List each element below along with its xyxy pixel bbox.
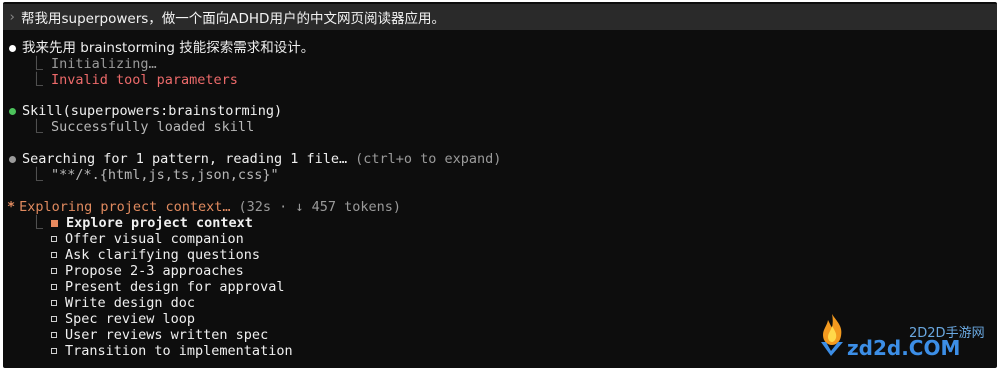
task-item: Ask clarifying questions [3,247,260,263]
watermark: 2D2D手游网 zd2d.COM [817,312,987,362]
tree-branch-icon: ⎿ [29,167,44,183]
task-pending-icon [51,316,57,322]
skill-text: Skill(superpowers:brainstorming) [22,103,283,119]
tree-branch-icon: ⎿ [29,119,44,135]
prompt-caret-icon: › [8,9,17,25]
task-pending-icon [51,332,57,338]
task-pending-icon [51,284,57,290]
task-pending-icon [51,348,57,354]
white-bullet-icon [9,44,16,52]
task-item: Present design for approval [3,279,284,295]
task-label: Transition to implementation [65,343,293,359]
task-label: Ask clarifying questions [65,247,261,263]
tree-branch-icon: ⎿ [29,215,44,231]
task-label: Present design for approval [65,279,285,295]
task-pending-icon [51,268,57,274]
brainstorm-intro-text: 我来先用 brainstorming 技能探索需求和设计。 [22,40,315,56]
grey-bullet-icon [9,155,16,163]
search-text: Searching for 1 pattern, reading 1 file… [22,151,348,167]
task-label: Explore project context [66,215,253,231]
tree-branch-icon: ⎿ [29,56,44,72]
tree-branch-icon: ⎿ [29,72,44,88]
task-label: Spec review loop [65,311,196,327]
task-pending-icon [51,236,57,242]
task-label: Offer visual companion [65,231,244,247]
watermark-domain: zd2d.COM [847,336,961,360]
task-active-icon [51,219,58,227]
task-pending-icon [51,252,57,258]
invalid-params-line: ⎿ Invalid tool parameters [3,72,238,88]
search-pattern-text: "**/*.{html,js,ts,json,css}" [51,167,279,183]
user-prompt-bar: › 帮我用superpowers，做一个面向ADHD用户的中文网页阅读器应用。 [3,4,997,30]
initializing-text: Initializing… [51,56,157,72]
initializing-line: ⎿ Initializing… [3,56,157,72]
spinner-star-icon: * [7,199,16,215]
green-bullet-icon [9,107,16,115]
skill-loaded-line: ⎿ Successfully loaded skill [3,119,255,135]
task-item: Spec review loop [3,311,195,327]
user-prompt-text: 帮我用superpowers，做一个面向ADHD用户的中文网页阅读器应用。 [21,11,445,27]
task-label: Write design doc [65,295,196,311]
task-item: User reviews written spec [3,327,268,343]
task-label: Propose 2-3 approaches [65,263,244,279]
task-pending-icon [51,300,57,306]
expand-hint[interactable]: (ctrl+o to expand) [355,151,501,167]
task-label: User reviews written spec [65,327,269,343]
brainstorm-intro-line: 我来先用 brainstorming 技能探索需求和设计。 [3,40,314,56]
exploring-meta: (32s · ↓ 457 tokens) [238,199,402,215]
task-item: Propose 2-3 approaches [3,263,244,279]
task-item: Write design doc [3,295,195,311]
terminal-window: › 帮我用superpowers，做一个面向ADHD用户的中文网页阅读器应用。 … [3,2,997,368]
exploring-text: Exploring project context… [19,199,231,215]
skill-line: Skill(superpowers:brainstorming) [3,103,282,119]
search-pattern-line: ⎿ "**/*.{html,js,ts,json,css}" [3,167,279,183]
search-line: Searching for 1 pattern, reading 1 file…… [3,151,501,167]
task-item: Offer visual companion [3,231,244,247]
task-item: Transition to implementation [3,343,293,359]
skill-loaded-text: Successfully loaded skill [51,119,255,135]
exploring-line: * Exploring project context… (32s · ↓ 45… [3,199,401,215]
error-text: Invalid tool parameters [51,72,238,88]
task-item: ⎿ Explore project context [3,215,253,231]
flame-logo-icon [821,314,843,356]
